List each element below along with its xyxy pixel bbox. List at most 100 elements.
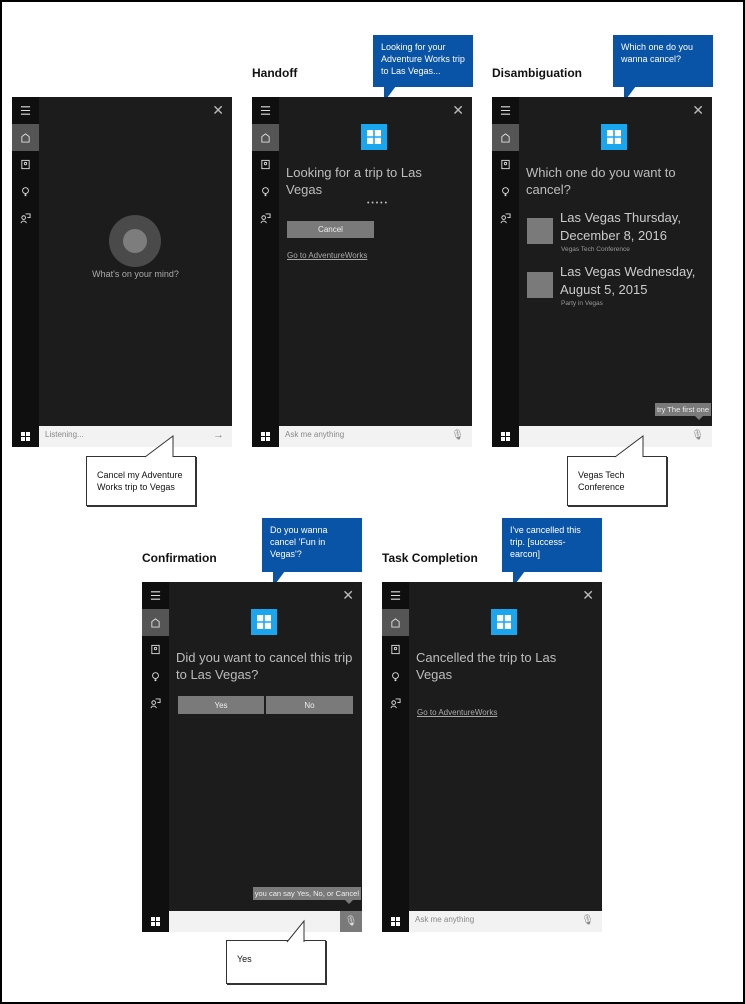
microphone-icon[interactable]: 🎙︎ xyxy=(691,430,704,441)
windows-start-icon xyxy=(21,432,30,441)
hamburger-icon xyxy=(260,106,271,115)
menu-button[interactable] xyxy=(142,582,169,609)
go-to-app-link[interactable]: Go to AdventureWorks xyxy=(417,708,497,717)
assistant-speech-callout: I've cancelled this trip. [success-earco… xyxy=(502,518,602,572)
sidebar xyxy=(382,582,409,911)
feedback-icon xyxy=(20,213,31,224)
sidebar-item-reminders[interactable] xyxy=(492,178,519,205)
notebook-icon xyxy=(391,644,400,655)
prompt-text: What's on your mind? xyxy=(92,269,179,279)
app-tile-icon xyxy=(251,609,277,635)
headline: Did you want to cancel this trip to Las … xyxy=(176,650,353,682)
cortana-panel-task-completion: ✕ Cancelled the trip to Las Vegas Go to … xyxy=(382,582,602,932)
sidebar-item-reminders[interactable] xyxy=(252,178,279,205)
sidebar-item-notebook[interactable] xyxy=(382,636,409,663)
search-input[interactable]: Listening... xyxy=(45,430,84,439)
item-title: Las Vegas Wednesday, August 5, 2015 xyxy=(560,264,696,297)
go-to-app-link[interactable]: Go to AdventureWorks xyxy=(287,251,367,260)
search-input[interactable]: Ask me anything xyxy=(415,915,474,924)
sidebar-item-feedback[interactable] xyxy=(142,690,169,717)
home-icon xyxy=(261,133,270,143)
windows-start-icon xyxy=(261,432,270,441)
lightbulb-icon xyxy=(262,187,269,197)
start-button[interactable] xyxy=(12,426,39,447)
lightbulb-icon xyxy=(502,187,509,197)
app-tile-icon xyxy=(491,609,517,635)
yes-button[interactable]: Yes xyxy=(178,696,264,714)
sidebar-item-notebook[interactable] xyxy=(12,151,39,178)
notebook-icon xyxy=(261,159,270,170)
close-icon[interactable]: ✕ xyxy=(342,588,354,602)
sidebar xyxy=(492,97,519,426)
sidebar-item-feedback[interactable] xyxy=(382,690,409,717)
close-icon[interactable]: ✕ xyxy=(692,103,704,117)
close-icon[interactable]: ✕ xyxy=(582,588,594,602)
feedback-icon xyxy=(390,698,401,709)
user-speech-callout: Vegas Tech Conference xyxy=(567,456,667,506)
menu-button[interactable] xyxy=(12,97,39,124)
assistant-speech-callout: Looking for your Adventure Works trip to… xyxy=(373,35,473,87)
sidebar xyxy=(142,582,169,911)
hamburger-icon xyxy=(150,591,161,600)
start-button[interactable] xyxy=(252,426,279,447)
home-icon xyxy=(391,618,400,628)
menu-button[interactable] xyxy=(492,97,519,124)
microphone-icon[interactable]: 🎙︎ xyxy=(581,915,594,926)
start-button[interactable] xyxy=(142,911,169,932)
close-icon[interactable]: ✕ xyxy=(452,103,464,117)
callout-pointer xyxy=(286,919,305,943)
no-button[interactable]: No xyxy=(266,696,353,714)
menu-button[interactable] xyxy=(252,97,279,124)
user-speech-callout: Cancel my Adventure Works trip to Vegas xyxy=(86,456,196,506)
sidebar xyxy=(252,97,279,426)
screen-title: Handoff xyxy=(252,66,298,80)
microphone-icon[interactable]: 🎙︎ xyxy=(451,430,464,441)
item-subtitle: Vegas Tech Conference xyxy=(561,246,630,253)
headline: Cancelled the trip to Las Vegas xyxy=(416,650,557,682)
notebook-icon xyxy=(501,159,510,170)
app-tile-icon xyxy=(361,124,387,150)
search-bar: 🎙︎ xyxy=(492,426,712,447)
sidebar-item-home[interactable] xyxy=(492,124,519,151)
sidebar-item-feedback[interactable] xyxy=(492,205,519,232)
arrow-right-icon[interactable]: → xyxy=(213,429,224,441)
close-icon[interactable]: ✕ xyxy=(212,103,224,117)
cortana-panel-disambiguation: ✕ Which one do you want to cancel? Las V… xyxy=(492,97,712,447)
notebook-icon xyxy=(21,159,30,170)
user-speech-callout: Yes xyxy=(226,940,326,984)
sidebar-item-feedback[interactable] xyxy=(252,205,279,232)
home-icon xyxy=(151,618,160,628)
start-button[interactable] xyxy=(382,911,409,932)
voice-hint-tooltip: you can say Yes, No, or Cancel xyxy=(252,887,361,904)
feedback-icon xyxy=(500,213,511,224)
sidebar-item-reminders[interactable] xyxy=(12,178,39,205)
menu-button[interactable] xyxy=(382,582,409,609)
windows-start-icon xyxy=(391,917,400,926)
sidebar xyxy=(12,97,39,426)
search-bar: Ask me anything 🎙︎ xyxy=(252,426,472,447)
sidebar-item-reminders[interactable] xyxy=(142,663,169,690)
windows-start-icon xyxy=(501,432,510,441)
cortana-panel-listening: ✕ What's on your mind? Listening... → xyxy=(12,97,232,447)
sidebar-item-home[interactable] xyxy=(382,609,409,636)
cancel-button[interactable]: Cancel xyxy=(287,221,374,238)
microphone-icon[interactable]: 🎙︎ xyxy=(340,911,362,932)
sidebar-item-home[interactable] xyxy=(252,124,279,151)
start-button[interactable] xyxy=(492,426,519,447)
sidebar-item-notebook[interactable] xyxy=(142,636,169,663)
screen-title: Task Completion xyxy=(382,551,478,565)
sidebar-item-reminders[interactable] xyxy=(382,663,409,690)
cortana-panel-confirmation: ✕ Did you want to cancel this trip to La… xyxy=(142,582,362,932)
sidebar-item-home[interactable] xyxy=(12,124,39,151)
sidebar-item-feedback[interactable] xyxy=(12,205,39,232)
search-bar: Ask me anything 🎙︎ xyxy=(382,911,602,932)
item-subtitle: Party in Vegas xyxy=(561,300,603,307)
sidebar-item-home[interactable] xyxy=(142,609,169,636)
item-thumbnail xyxy=(527,272,553,298)
sidebar-item-notebook[interactable] xyxy=(492,151,519,178)
lightbulb-icon xyxy=(22,187,29,197)
sidebar-item-notebook[interactable] xyxy=(252,151,279,178)
windows-start-icon xyxy=(151,917,160,926)
assistant-speech-callout: Do you wanna cancel 'Fun in Vegas'? xyxy=(262,518,362,572)
search-input[interactable]: Ask me anything xyxy=(285,430,344,439)
